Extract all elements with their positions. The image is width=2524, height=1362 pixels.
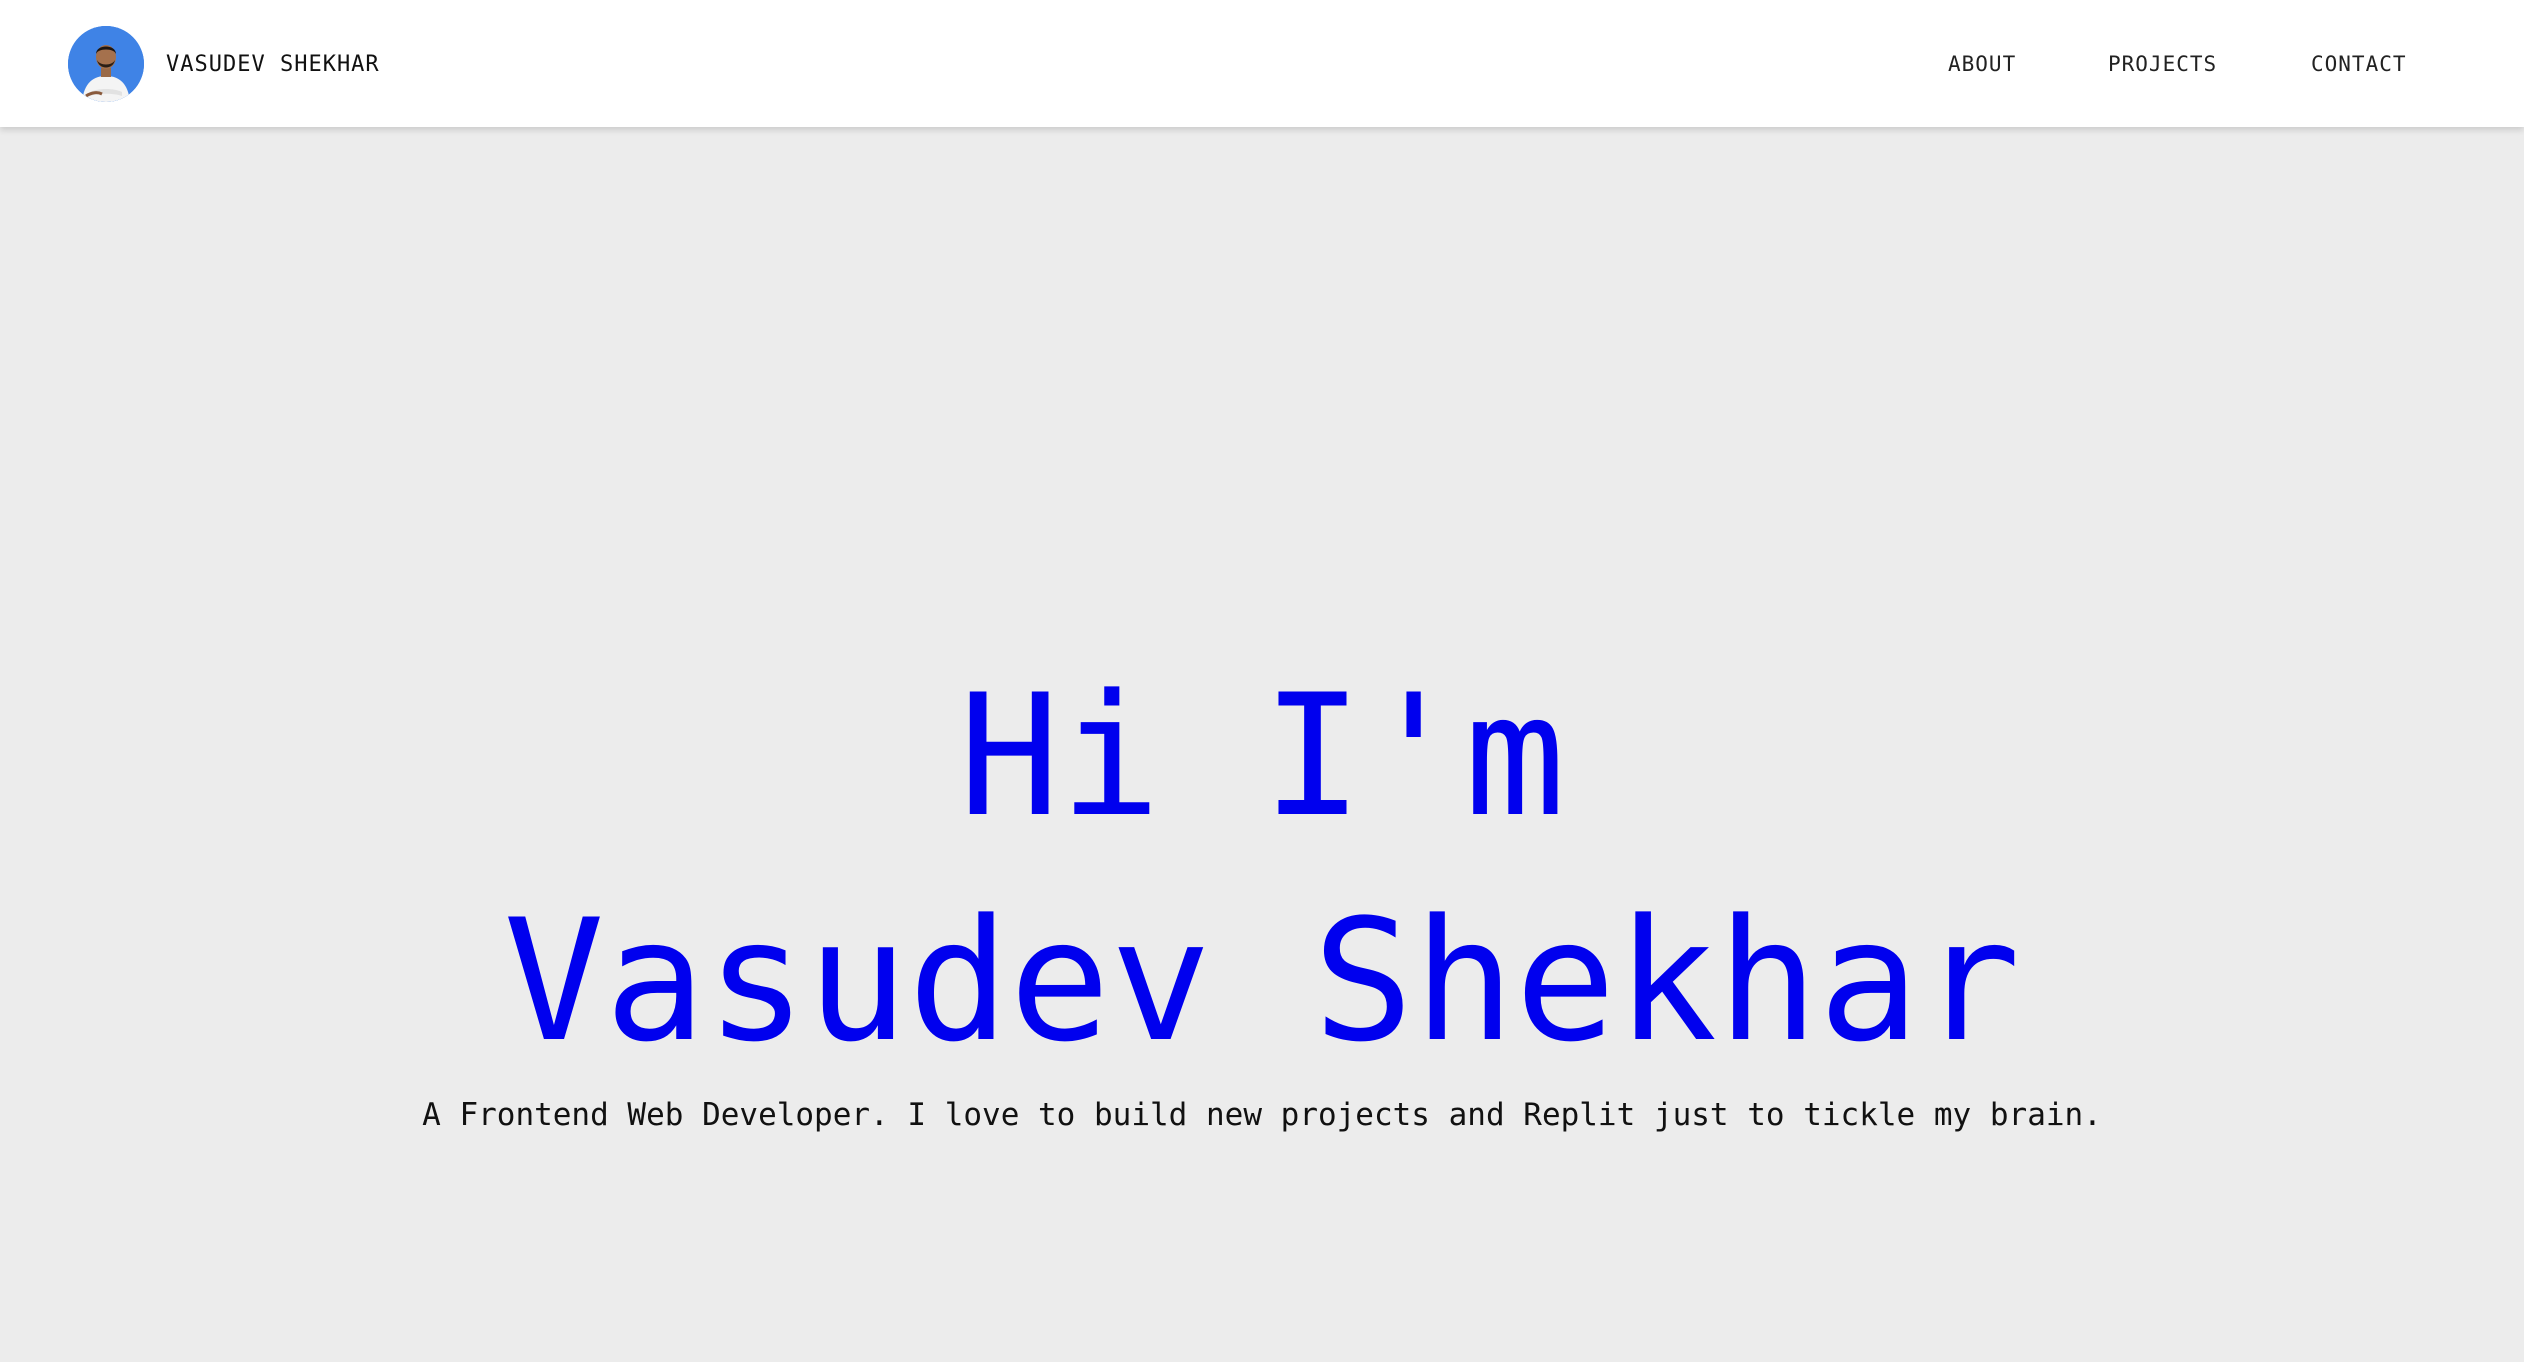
- hero-tagline: A Frontend Web Developer. I love to buil…: [422, 1097, 2102, 1133]
- brand-name: VASUDEV SHEKHAR: [166, 51, 380, 77]
- hero-greeting: Hi I'm: [958, 658, 1566, 854]
- profile-photo-icon: [68, 26, 144, 102]
- brand-link[interactable]: VASUDEV SHEKHAR: [68, 26, 380, 102]
- nav-link-about[interactable]: ABOUT: [1948, 52, 2016, 76]
- avatar: [68, 26, 144, 102]
- nav-link-contact[interactable]: CONTACT: [2311, 52, 2407, 76]
- nav-link-projects[interactable]: PROJECTS: [2108, 52, 2217, 76]
- hero-section: Hi I'm Vasudev Shekhar A Frontend Web De…: [0, 127, 2524, 1362]
- hero-name: Vasudev Shekhar: [503, 883, 2021, 1079]
- navbar: VASUDEV SHEKHAR ABOUT PROJECTS CONTACT: [0, 0, 2524, 127]
